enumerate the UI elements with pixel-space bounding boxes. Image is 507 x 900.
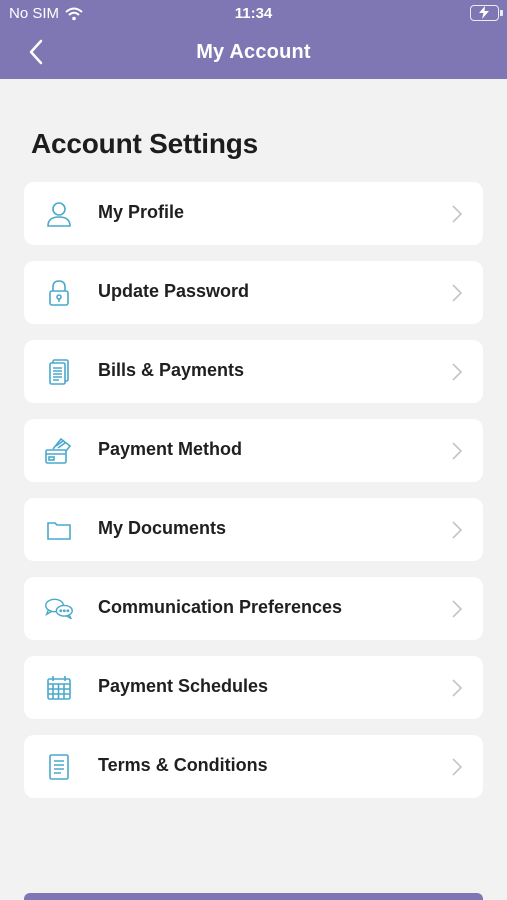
menu-item-my-profile[interactable]: My Profile bbox=[24, 182, 483, 245]
menu-item-label: Bills & Payments bbox=[98, 360, 245, 380]
bills-icon bbox=[44, 358, 74, 386]
folder-icon bbox=[44, 516, 74, 544]
chevron-right-icon bbox=[452, 521, 463, 539]
menu-item-label: Payment Schedules bbox=[98, 676, 269, 696]
lock-icon bbox=[44, 279, 74, 307]
card-icon bbox=[44, 437, 74, 465]
menu-item-payment-method[interactable]: Payment Method bbox=[24, 419, 483, 482]
menu-item-payment-schedules[interactable]: Payment Schedules bbox=[24, 656, 483, 719]
chevron-right-icon bbox=[452, 363, 463, 381]
header: No SIM 11:34 My Account bbox=[0, 0, 507, 79]
chevron-right-icon bbox=[452, 758, 463, 776]
bottom-button-bar[interactable] bbox=[24, 893, 483, 900]
nav-bar: My Account bbox=[0, 28, 507, 79]
menu-item-update-password[interactable]: Update Password bbox=[24, 261, 483, 324]
chat-icon bbox=[44, 595, 74, 623]
menu-item-terms-conditions[interactable]: Terms & Conditions bbox=[24, 735, 483, 798]
chevron-right-icon bbox=[452, 442, 463, 460]
calendar-icon bbox=[44, 674, 74, 702]
settings-list: My Profile Update Password Bills & Payme… bbox=[24, 182, 483, 814]
menu-item-bills-payments[interactable]: Bills & Payments bbox=[24, 340, 483, 403]
chevron-right-icon bbox=[452, 679, 463, 697]
menu-item-my-documents[interactable]: My Documents bbox=[24, 498, 483, 561]
menu-item-communication-preferences[interactable]: Communication Preferences bbox=[24, 577, 483, 640]
menu-item-label: My Documents bbox=[98, 518, 227, 538]
document-icon bbox=[44, 753, 74, 781]
menu-item-label: Update Password bbox=[98, 281, 250, 301]
menu-item-label: Payment Method bbox=[98, 439, 243, 459]
chevron-right-icon bbox=[452, 600, 463, 618]
chevron-right-icon bbox=[452, 284, 463, 302]
chevron-right-icon bbox=[452, 205, 463, 223]
menu-item-label: My Profile bbox=[98, 202, 185, 222]
user-icon bbox=[44, 200, 74, 228]
section-title: Account Settings bbox=[31, 128, 259, 159]
menu-item-label: Communication Preferences bbox=[98, 597, 343, 617]
clock: 11:34 bbox=[234, 5, 273, 22]
status-bar: No SIM 11:34 bbox=[0, 0, 507, 28]
page-title: My Account bbox=[196, 41, 311, 63]
menu-item-label: Terms & Conditions bbox=[98, 755, 268, 775]
battery-icon bbox=[470, 5, 503, 21]
